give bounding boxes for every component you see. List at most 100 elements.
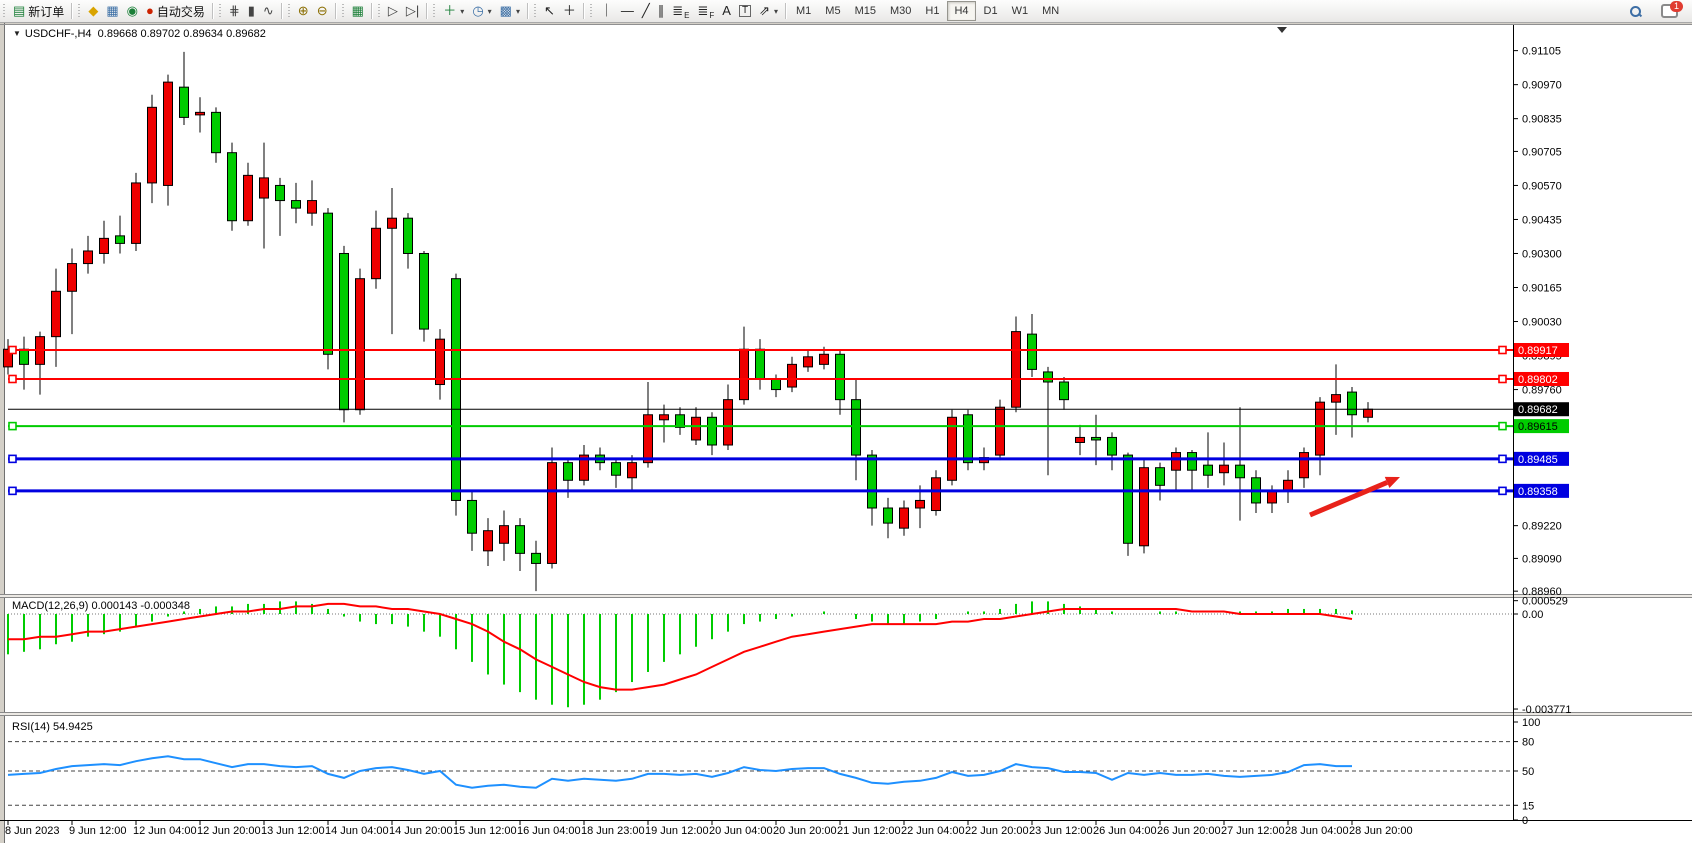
candle-down — [708, 417, 717, 445]
time-tick-label: 15 Jun 12:00 — [453, 825, 517, 837]
notifications-button[interactable]: 1 — [1657, 1, 1682, 21]
candle-up — [788, 364, 797, 387]
templates-button[interactable]: ▩▾ — [496, 1, 524, 21]
candle-down — [516, 526, 525, 554]
price-tick-label: 0.90570 — [1522, 180, 1562, 192]
tile-windows-button[interactable]: ▦ — [348, 1, 368, 21]
candle-down — [1028, 334, 1037, 369]
chart-shift-button[interactable]: ▷| — [402, 1, 423, 21]
candle-up — [356, 279, 365, 410]
macd-indicator-label: MACD(12,26,9) 0.000143 -0.000348 — [12, 600, 190, 612]
fibonacci-retracement-icon: ≣ — [672, 4, 683, 18]
timeframe-m1-button[interactable]: M1 — [790, 2, 817, 20]
time-tick-label: 23 Jun 12:00 — [1029, 825, 1093, 837]
candle-up — [660, 415, 669, 420]
trend-line-button[interactable]: ╱ — [638, 1, 654, 21]
candle-up — [932, 478, 941, 511]
crosshair-button[interactable]: ＋ — [559, 1, 580, 21]
periods-dropdown-icon[interactable]: ▾ — [488, 7, 492, 16]
symbol-ohlc-line[interactable]: ▼USDCHF-,H4 0.89668 0.89702 0.89634 0.89… — [13, 28, 266, 40]
navigator-button[interactable]: ◉ — [123, 1, 142, 21]
rsi-axis-label: 80 — [1522, 737, 1534, 749]
auto-trading-label: 自动交易 — [157, 3, 205, 20]
vertical-line-button[interactable]: ｜ — [596, 1, 617, 21]
candlestick-chart-button[interactable]: ▮ — [244, 1, 259, 21]
hline-handle[interactable] — [9, 487, 16, 494]
time-tick-label: 14 Jun 04:00 — [325, 825, 389, 837]
cursor-button[interactable]: ↖ — [540, 1, 559, 21]
new-order-button[interactable]: ▤新订单 — [9, 1, 68, 21]
market-watch-button[interactable]: ◆ — [84, 1, 102, 21]
hline-handle[interactable] — [1499, 375, 1506, 382]
arrows-tool-dropdown-icon[interactable]: ▾ — [774, 7, 778, 16]
bar-chart-button[interactable]: ⋕ — [225, 1, 244, 21]
rsi-axis-label: 0 — [1522, 815, 1528, 827]
time-tick-label: 12 Jun 20:00 — [197, 825, 261, 837]
toolbar-separator — [583, 3, 584, 19]
text-tool-button[interactable]: A — [718, 1, 735, 21]
hline-handle[interactable] — [1499, 455, 1506, 462]
timeframe-h1-button[interactable]: H1 — [919, 2, 945, 20]
text-label-button[interactable]: T — [735, 1, 755, 21]
timeframe-w1-button[interactable]: W1 — [1006, 2, 1035, 20]
text-label-icon: T — [739, 5, 751, 17]
hline-handle[interactable] — [9, 375, 16, 382]
arrows-tool-button[interactable]: ⇗▾ — [755, 1, 782, 21]
timeframe-d1-button[interactable]: D1 — [978, 2, 1004, 20]
data-window-button[interactable]: ▦ — [102, 1, 122, 21]
time-tick-label: 13 Jun 12:00 — [261, 825, 325, 837]
toolbar-separator — [426, 3, 427, 19]
chart-shift-icon: ▷| — [406, 4, 419, 18]
candle-up — [52, 291, 61, 336]
periods-button[interactable]: ◷▾ — [468, 1, 495, 21]
rsi-axis-label: 50 — [1522, 766, 1534, 778]
candle-up — [820, 354, 829, 364]
price-tag-label: 0.89802 — [1518, 374, 1558, 386]
indicators-dropdown-icon[interactable]: ▾ — [460, 7, 464, 16]
toolbar-grip — [77, 4, 82, 18]
macd-axis-label: -0.003771 — [1522, 704, 1572, 716]
hline-handle[interactable] — [1499, 487, 1506, 494]
price-tick-label: 0.90435 — [1522, 214, 1562, 226]
zoom-in-button[interactable]: ⊕ — [294, 1, 313, 21]
chart-area[interactable]: 0.911050.909700.908350.907050.905700.904… — [0, 0, 1692, 843]
candle-up — [1332, 395, 1341, 403]
candle-down — [836, 354, 845, 399]
hline-handle[interactable] — [9, 455, 16, 462]
candle-up — [1220, 465, 1229, 473]
timeframe-mn-button[interactable]: MN — [1036, 2, 1065, 20]
timeframe-m30-button[interactable]: M30 — [884, 2, 917, 20]
horizontal-line-button[interactable]: — — [617, 1, 638, 21]
line-chart-button[interactable]: ∿ — [259, 1, 278, 21]
auto-scroll-button[interactable]: ▷ — [384, 1, 402, 21]
hline-handle[interactable] — [1499, 423, 1506, 430]
candle-down — [1092, 437, 1101, 440]
fibonacci-expansion-button[interactable]: ≣F — [694, 1, 719, 21]
auto-trading-button[interactable]: ●自动交易 — [142, 1, 209, 21]
equidistant-channel-button[interactable]: ∥ — [654, 1, 669, 21]
hline-handle[interactable] — [9, 423, 16, 430]
time-tick-label: 19 Jun 12:00 — [645, 825, 709, 837]
timeframe-m5-button[interactable]: M5 — [819, 2, 846, 20]
toolbar-separator — [527, 3, 528, 19]
search-button[interactable] — [1626, 1, 1645, 21]
timeframe-m15-button[interactable]: M15 — [849, 2, 882, 20]
candle-down — [1204, 465, 1213, 475]
candle-down — [532, 553, 541, 563]
time-tick-label: 9 Jun 12:00 — [69, 825, 127, 837]
candle-down — [868, 455, 877, 508]
zoom-out-button[interactable]: ⊖ — [313, 1, 332, 21]
candle-up — [244, 175, 253, 220]
templates-dropdown-icon[interactable]: ▾ — [516, 7, 520, 16]
candle-up — [1364, 409, 1373, 417]
indicators-button[interactable]: ＋▾ — [439, 1, 468, 21]
toolbar-grip — [218, 4, 223, 18]
toolbar-separator — [212, 3, 213, 19]
timeframe-h4-button[interactable]: H4 — [947, 1, 975, 21]
hline-handle[interactable] — [9, 347, 16, 354]
time-tick-label: 8 Jun 2023 — [5, 825, 59, 837]
candle-up — [740, 349, 749, 399]
fibonacci-retracement-button[interactable]: ≣E — [668, 1, 693, 21]
hline-handle[interactable] — [1499, 347, 1506, 354]
macd-axis-label: 0.00 — [1522, 609, 1543, 621]
